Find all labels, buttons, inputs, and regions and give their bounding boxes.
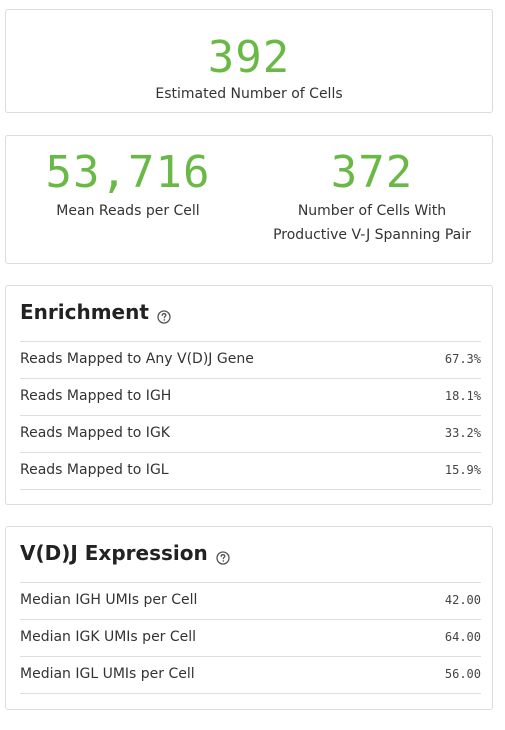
- row-value: 64.00: [444, 630, 481, 644]
- row-value: 42.00: [444, 593, 481, 607]
- row-label: Reads Mapped to Any V(D)J Gene: [20, 351, 254, 367]
- row-value: 56.00: [444, 667, 481, 681]
- table-row: Median IGH UMIs per Cell 42.00: [20, 582, 481, 619]
- table-row: Reads Mapped to Any V(D)J Gene 67.3%: [20, 341, 481, 378]
- question-circle-icon[interactable]: [216, 546, 230, 565]
- row-value: 15.9%: [444, 463, 481, 477]
- table-row: Reads Mapped to IGL 15.9%: [20, 452, 481, 490]
- row-label: Median IGK UMIs per Cell: [20, 629, 197, 645]
- table-row: Median IGK UMIs per Cell 64.00: [20, 619, 481, 656]
- row-value: 33.2%: [444, 426, 481, 440]
- enrichment-title: Enrichment: [20, 300, 171, 324]
- vdj-expression-title-text: V(D)J Expression: [20, 541, 208, 565]
- productive-cells-label-line1: Number of Cells With: [297, 203, 447, 219]
- estimated-cells-card: 392 Estimated Number of Cells: [5, 9, 493, 113]
- question-circle-icon[interactable]: [157, 305, 171, 324]
- row-label: Reads Mapped to IGL: [20, 462, 169, 478]
- estimated-cells-value: 392: [207, 32, 291, 83]
- mean-reads-value: 53,716: [45, 147, 211, 198]
- reads-summary-card: 53,716 Mean Reads per Cell 372 Number of…: [5, 135, 493, 264]
- row-label: Reads Mapped to IGK: [20, 425, 170, 441]
- productive-cells-value: 372: [330, 147, 414, 198]
- enrichment-title-text: Enrichment: [20, 300, 149, 324]
- row-value: 18.1%: [444, 389, 481, 403]
- row-label: Median IGL UMIs per Cell: [20, 666, 195, 682]
- mean-reads-label: Mean Reads per Cell: [56, 203, 200, 219]
- productive-cells-label: Number of Cells With Productive V-J Span…: [250, 199, 494, 247]
- row-label: Reads Mapped to IGH: [20, 388, 172, 404]
- table-row: Median IGL UMIs per Cell 56.00: [20, 656, 481, 694]
- enrichment-card: Enrichment Reads Mapped to Any V(D)J Gen…: [5, 285, 493, 505]
- estimated-cells-label: Estimated Number of Cells: [155, 86, 343, 102]
- productive-cells-label-line2: Productive V-J Spanning Pair: [273, 227, 471, 243]
- vdj-expression-card: V(D)J Expression Median IGH UMIs per Cel…: [5, 526, 493, 710]
- vdj-expression-title: V(D)J Expression: [20, 541, 230, 565]
- table-row: Reads Mapped to IGH 18.1%: [20, 378, 481, 415]
- table-row: Reads Mapped to IGK 33.2%: [20, 415, 481, 452]
- row-value: 67.3%: [444, 352, 481, 366]
- row-label: Median IGH UMIs per Cell: [20, 592, 198, 608]
